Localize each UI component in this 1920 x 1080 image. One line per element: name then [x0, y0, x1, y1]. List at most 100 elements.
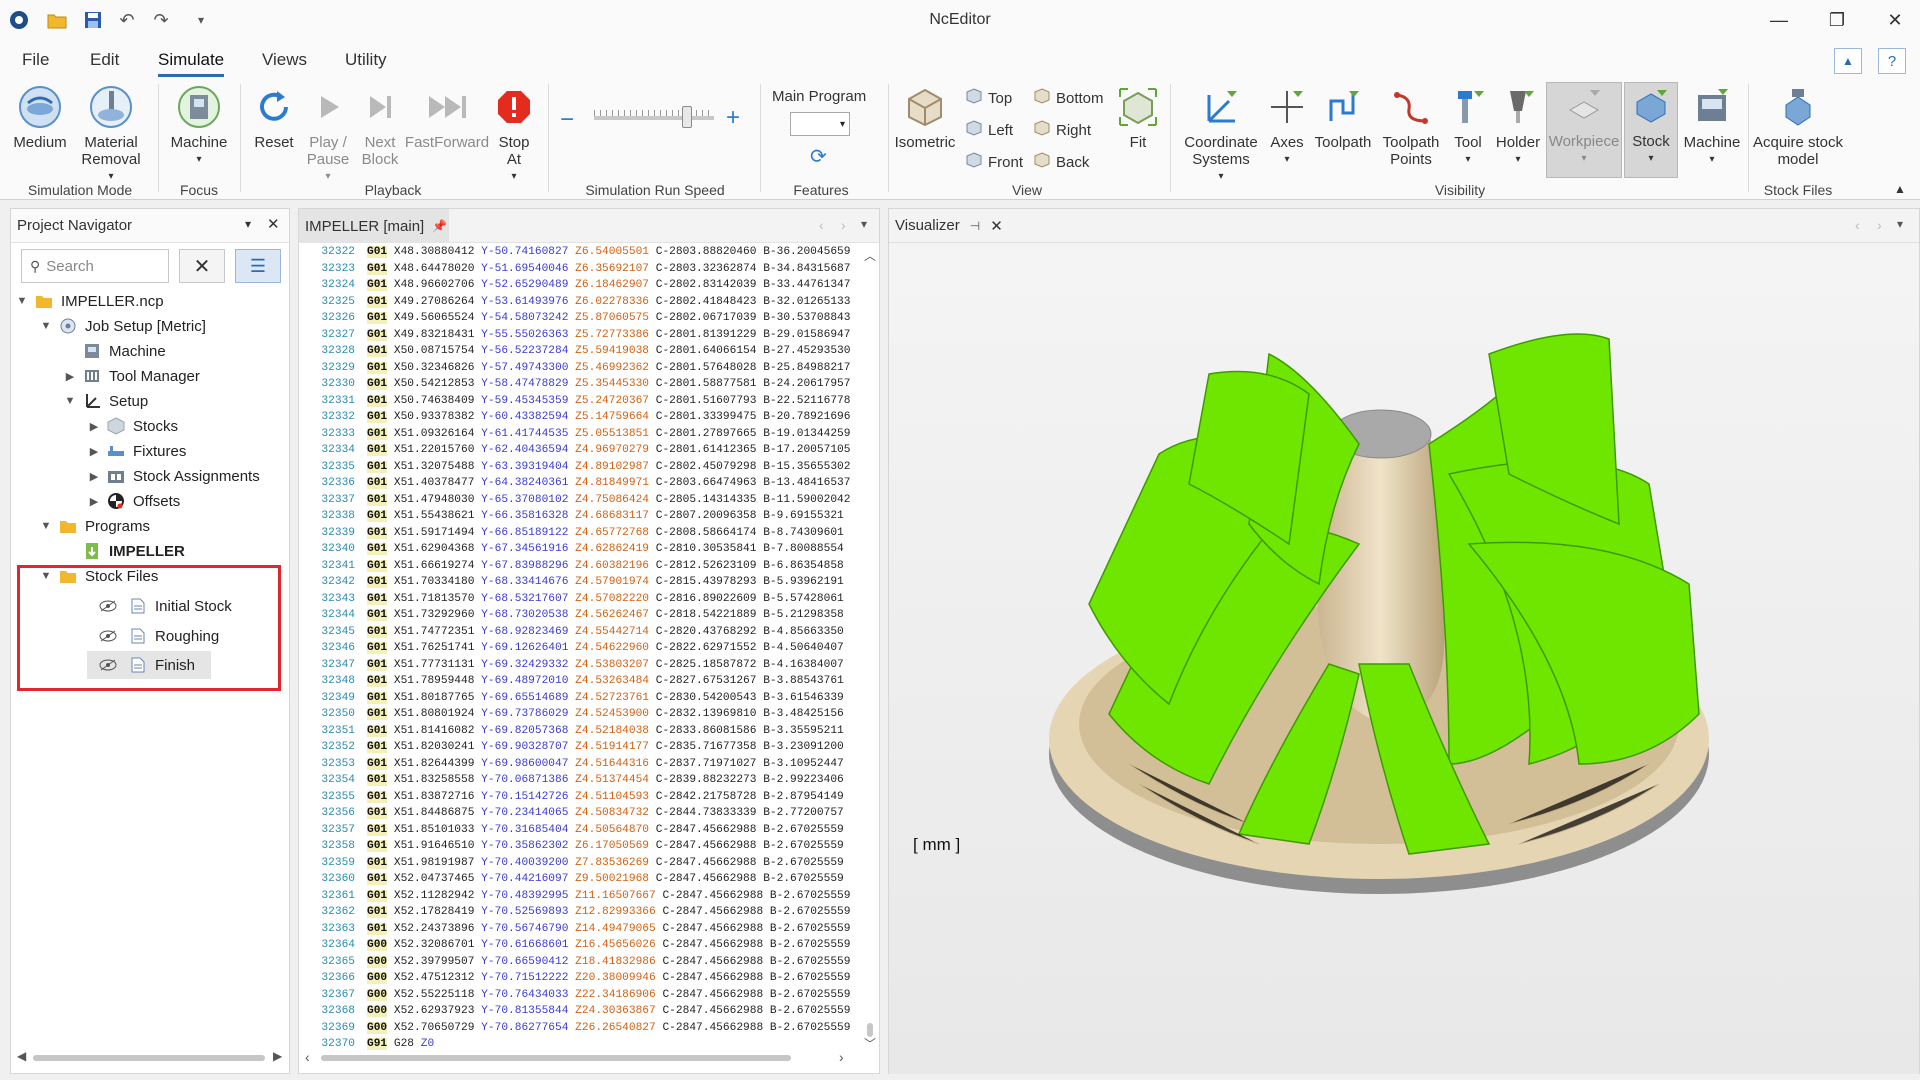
- clear-search-button[interactable]: ✕: [179, 249, 225, 283]
- code-line[interactable]: 32356 G01 X51.84486875 Y-70.23414065 Z4.5…: [299, 805, 859, 822]
- chevron-down-icon[interactable]: ▾: [1897, 217, 1903, 231]
- code-line[interactable]: 32345 G01 X51.74772351 Y-68.92823469 Z4.5…: [299, 624, 859, 641]
- menu-simulate[interactable]: Simulate: [158, 50, 225, 77]
- code-line[interactable]: 32368 G00 X52.62937923 Y-70.81355844 Z24.…: [299, 1003, 859, 1020]
- code-line[interactable]: 32351 G01 X51.81416082 Y-69.82057368 Z4.5…: [299, 723, 859, 740]
- chevron-left-icon[interactable]: ‹: [819, 217, 824, 233]
- speed-increase-button[interactable]: +: [726, 104, 740, 132]
- chevron-down-icon[interactable]: ▼: [39, 520, 53, 532]
- chevron-down-icon[interactable]: ▼: [15, 295, 29, 307]
- chevron-right-icon[interactable]: ›: [841, 217, 846, 233]
- code-line[interactable]: 32342 G01 X51.70334180 Y-68.33414676 Z4.5…: [299, 574, 859, 591]
- tab-visualizer[interactable]: Visualizer: [895, 217, 960, 234]
- code-line[interactable]: 32325 G01 X49.27086264 Y-53.61493976 Z6.0…: [299, 294, 859, 311]
- chevron-left-icon[interactable]: ‹: [1855, 217, 1860, 233]
- holder-button[interactable]: Holder ▾: [1492, 84, 1544, 168]
- toolpath-points-button[interactable]: Toolpath Points: [1378, 84, 1444, 168]
- chevron-down-icon[interactable]: ▾: [861, 217, 867, 231]
- code-line[interactable]: 32349 G01 X51.80187765 Y-69.65514689 Z4.5…: [299, 690, 859, 707]
- tree-item-stock-assignments[interactable]: ▶ Stock Assignments: [87, 464, 260, 488]
- code-line[interactable]: 32360 G01 X52.04737465 Y-70.44216097 Z9.5…: [299, 871, 859, 888]
- code-line[interactable]: 32354 G01 X51.83258558 Y-70.06871386 Z4.5…: [299, 772, 859, 789]
- chevron-down-icon[interactable]: ▼: [39, 320, 53, 332]
- vertical-scrollbar[interactable]: ︿ ﹀: [861, 245, 879, 1053]
- horizontal-scrollbar[interactable]: [321, 1055, 791, 1061]
- chevron-up-icon[interactable]: ▲: [1894, 182, 1906, 196]
- view-bottom-button[interactable]: Bottom: [1034, 88, 1104, 108]
- view-top-button[interactable]: Top: [966, 88, 1012, 108]
- play-pause-button[interactable]: Play / Pause ▾: [302, 84, 354, 185]
- view-back-button[interactable]: Back: [1034, 152, 1089, 172]
- scroll-right-icon[interactable]: ›: [839, 1049, 844, 1065]
- code-line[interactable]: 32366 G00 X52.47512312 Y-70.71512222 Z20.…: [299, 970, 859, 987]
- speed-decrease-button[interactable]: −: [560, 106, 574, 134]
- code-line[interactable]: 32344 G01 X51.73292960 Y-68.73020538 Z4.5…: [299, 607, 859, 624]
- code-line[interactable]: 32355 G01 X51.83872716 Y-70.15142726 Z4.5…: [299, 789, 859, 806]
- code-line[interactable]: 32328 G01 X50.08715754 Y-56.52237284 Z5.5…: [299, 343, 859, 360]
- stock-button[interactable]: Stock ▾: [1624, 82, 1678, 178]
- speed-slider-track[interactable]: [594, 106, 714, 128]
- tab-impeller-main[interactable]: IMPELLER [main] 📌: [299, 209, 449, 243]
- scroll-left-icon[interactable]: ‹: [305, 1049, 310, 1065]
- menu-utility[interactable]: Utility: [345, 50, 387, 70]
- fast-forward-button[interactable]: FastForward: [405, 84, 489, 151]
- code-lines[interactable]: 32322 G01 X48.30880412 Y-50.74160827 Z6.5…: [299, 244, 859, 1052]
- tree-item-machine[interactable]: Machine: [83, 339, 166, 363]
- code-line[interactable]: 32357 G01 X51.85101033 Y-70.31685404 Z4.5…: [299, 822, 859, 839]
- tree-item-job-setup[interactable]: ▼ Job Setup [Metric]: [39, 314, 206, 338]
- axes-button[interactable]: Axes ▾: [1266, 84, 1308, 168]
- code-line[interactable]: 32353 G01 X51.82644399 Y-69.98600047 Z4.5…: [299, 756, 859, 773]
- visibility-machine-button[interactable]: Machine ▾: [1680, 84, 1744, 168]
- code-line[interactable]: 32334 G01 X51.22015760 Y-62.40436594 Z4.9…: [299, 442, 859, 459]
- toolpath-button[interactable]: Toolpath: [1312, 84, 1374, 151]
- pin-icon[interactable]: ⊣: [970, 219, 980, 233]
- code-line[interactable]: 32343 G01 X51.71813570 Y-68.53217607 Z4.5…: [299, 591, 859, 608]
- code-line[interactable]: 32365 G00 X52.39799507 Y-70.66590412 Z18.…: [299, 954, 859, 971]
- help-icon[interactable]: ?: [1878, 48, 1906, 74]
- chevron-right-icon[interactable]: ▶: [87, 495, 101, 508]
- quick-access-dropdown-icon[interactable]: ▾: [190, 9, 212, 31]
- medium-button[interactable]: Medium: [10, 84, 70, 151]
- code-line[interactable]: 32352 G01 X51.82030241 Y-69.90328707 Z4.5…: [299, 739, 859, 756]
- chevron-right-icon[interactable]: ▶: [87, 470, 101, 483]
- menu-file[interactable]: File: [22, 50, 49, 70]
- tree-item-offsets[interactable]: ▶ Offsets: [87, 489, 180, 513]
- close-panel-button[interactable]: ✕: [267, 215, 280, 233]
- code-line[interactable]: 32358 G01 X51.91646510 Y-70.35862302 Z6.1…: [299, 838, 859, 855]
- chevron-right-icon[interactable]: ▶: [87, 445, 101, 458]
- code-line[interactable]: 32346 G01 X51.76251741 Y-69.12626401 Z4.5…: [299, 640, 859, 657]
- horizontal-scrollbar[interactable]: [33, 1055, 265, 1061]
- maximize-button[interactable]: ❐: [1814, 6, 1860, 34]
- scroll-down-icon[interactable]: ﹀: [864, 1035, 876, 1052]
- open-folder-icon[interactable]: [46, 9, 68, 31]
- tree-item-stocks[interactable]: ▶ Stocks: [87, 414, 178, 438]
- code-line[interactable]: 32340 G01 X51.62904368 Y-67.34561916 Z4.6…: [299, 541, 859, 558]
- code-line[interactable]: 32362 G01 X52.17828419 Y-70.52569893 Z12.…: [299, 904, 859, 921]
- view-left-button[interactable]: Left: [966, 120, 1013, 140]
- code-line[interactable]: 32329 G01 X50.32346826 Y-57.49743300 Z5.4…: [299, 360, 859, 377]
- stop-at-button[interactable]: Stop At ▾: [490, 84, 538, 185]
- menu-edit[interactable]: Edit: [90, 50, 119, 70]
- material-removal-button[interactable]: Material Removal ▾: [78, 84, 144, 185]
- code-line[interactable]: 32369 G00 X52.70650729 Y-70.86277654 Z26.…: [299, 1020, 859, 1037]
- code-line[interactable]: 32332 G01 X50.93378382 Y-60.43382594 Z5.1…: [299, 409, 859, 426]
- chevron-right-icon[interactable]: ▶: [87, 420, 101, 433]
- workpiece-button[interactable]: Workpiece ▾: [1546, 82, 1622, 178]
- tree-item-project[interactable]: ▼ IMPELLER.ncp: [15, 289, 164, 313]
- code-line[interactable]: 32336 G01 X51.40378477 Y-64.38240361 Z4.8…: [299, 475, 859, 492]
- code-line[interactable]: 32338 G01 X51.55438621 Y-66.35816328 Z4.6…: [299, 508, 859, 525]
- fit-button[interactable]: Fit: [1116, 84, 1160, 151]
- scroll-left-icon[interactable]: ◀: [17, 1049, 26, 1063]
- code-line[interactable]: 32323 G01 X48.64478020 Y-51.69540046 Z6.3…: [299, 261, 859, 278]
- save-icon[interactable]: [82, 9, 104, 31]
- code-line[interactable]: 32370 G91 G28 Z0: [299, 1036, 859, 1052]
- code-line[interactable]: 32347 G01 X51.77731131 Y-69.32429332 Z4.5…: [299, 657, 859, 674]
- tree-item-programs[interactable]: ▼ Programs: [39, 514, 150, 538]
- close-button[interactable]: ✕: [1872, 6, 1918, 34]
- code-line[interactable]: 32335 G01 X51.32075488 Y-63.39319404 Z4.8…: [299, 459, 859, 476]
- scroll-right-icon[interactable]: ▶: [273, 1049, 282, 1063]
- refresh-icon[interactable]: ⟳: [810, 144, 827, 169]
- redo-icon[interactable]: ↷: [150, 9, 172, 31]
- tree-item-setup[interactable]: ▼ Setup: [63, 389, 149, 413]
- chevron-right-icon[interactable]: ▶: [63, 370, 77, 383]
